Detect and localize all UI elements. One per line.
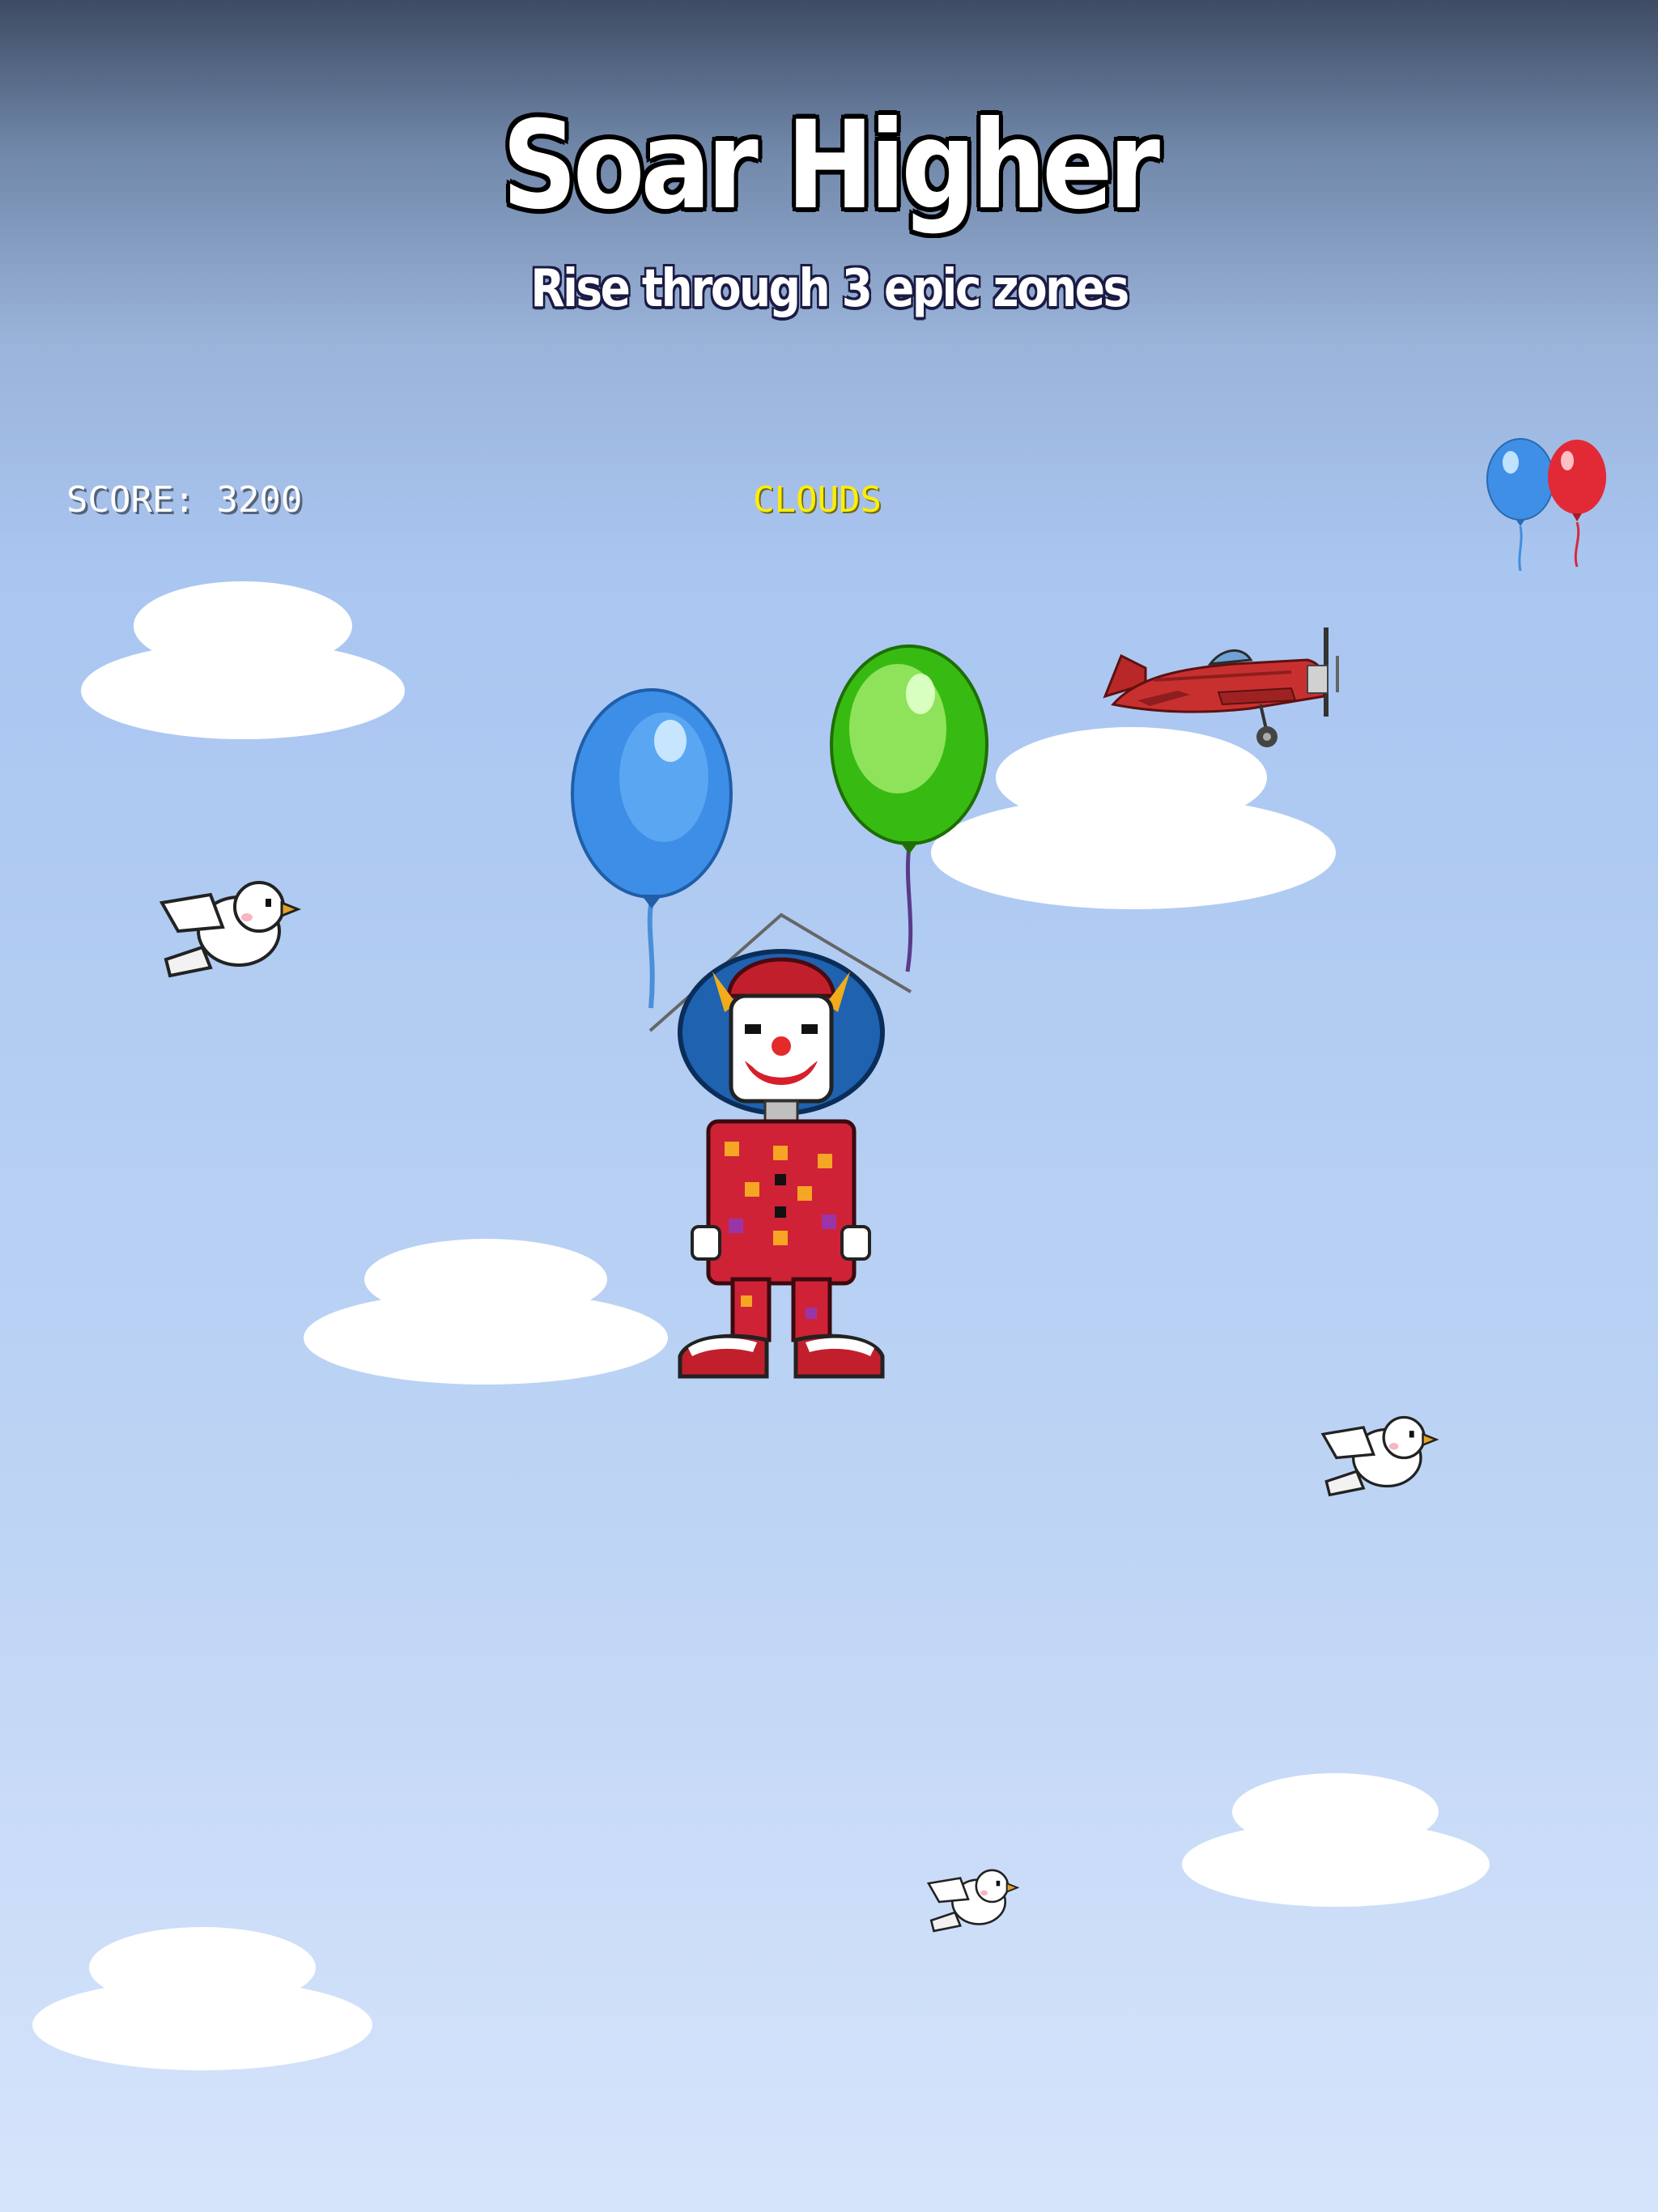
game-title: Soar Higher [502, 96, 1160, 236]
life-balloon-red-icon [1548, 440, 1606, 568]
cloud [931, 727, 1336, 913]
life-balloon-blue-icon [1486, 438, 1554, 572]
cloud [304, 1239, 668, 1389]
bird-icon [159, 881, 302, 978]
score-label: SCORE: [66, 479, 195, 521]
game-scene[interactable]: Soar Higher Rise through 3 epic zones SC… [0, 0, 1658, 2212]
score-display: SCORE: 3200 [66, 479, 302, 521]
game-subtitle: Rise through 3 epic zones [530, 259, 1129, 319]
clown-player-icon [678, 949, 885, 1379]
zone-name: CLOUDS [753, 479, 882, 521]
bird-icon [926, 1869, 1020, 1933]
score-value: 3200 [216, 479, 303, 521]
cloud [81, 581, 405, 743]
cloud [32, 1927, 372, 2073]
lives-balloons-icon [1486, 438, 1606, 572]
bird-icon [1320, 1415, 1439, 1497]
cloud [1182, 1773, 1490, 1909]
airplane-icon [1103, 627, 1339, 747]
